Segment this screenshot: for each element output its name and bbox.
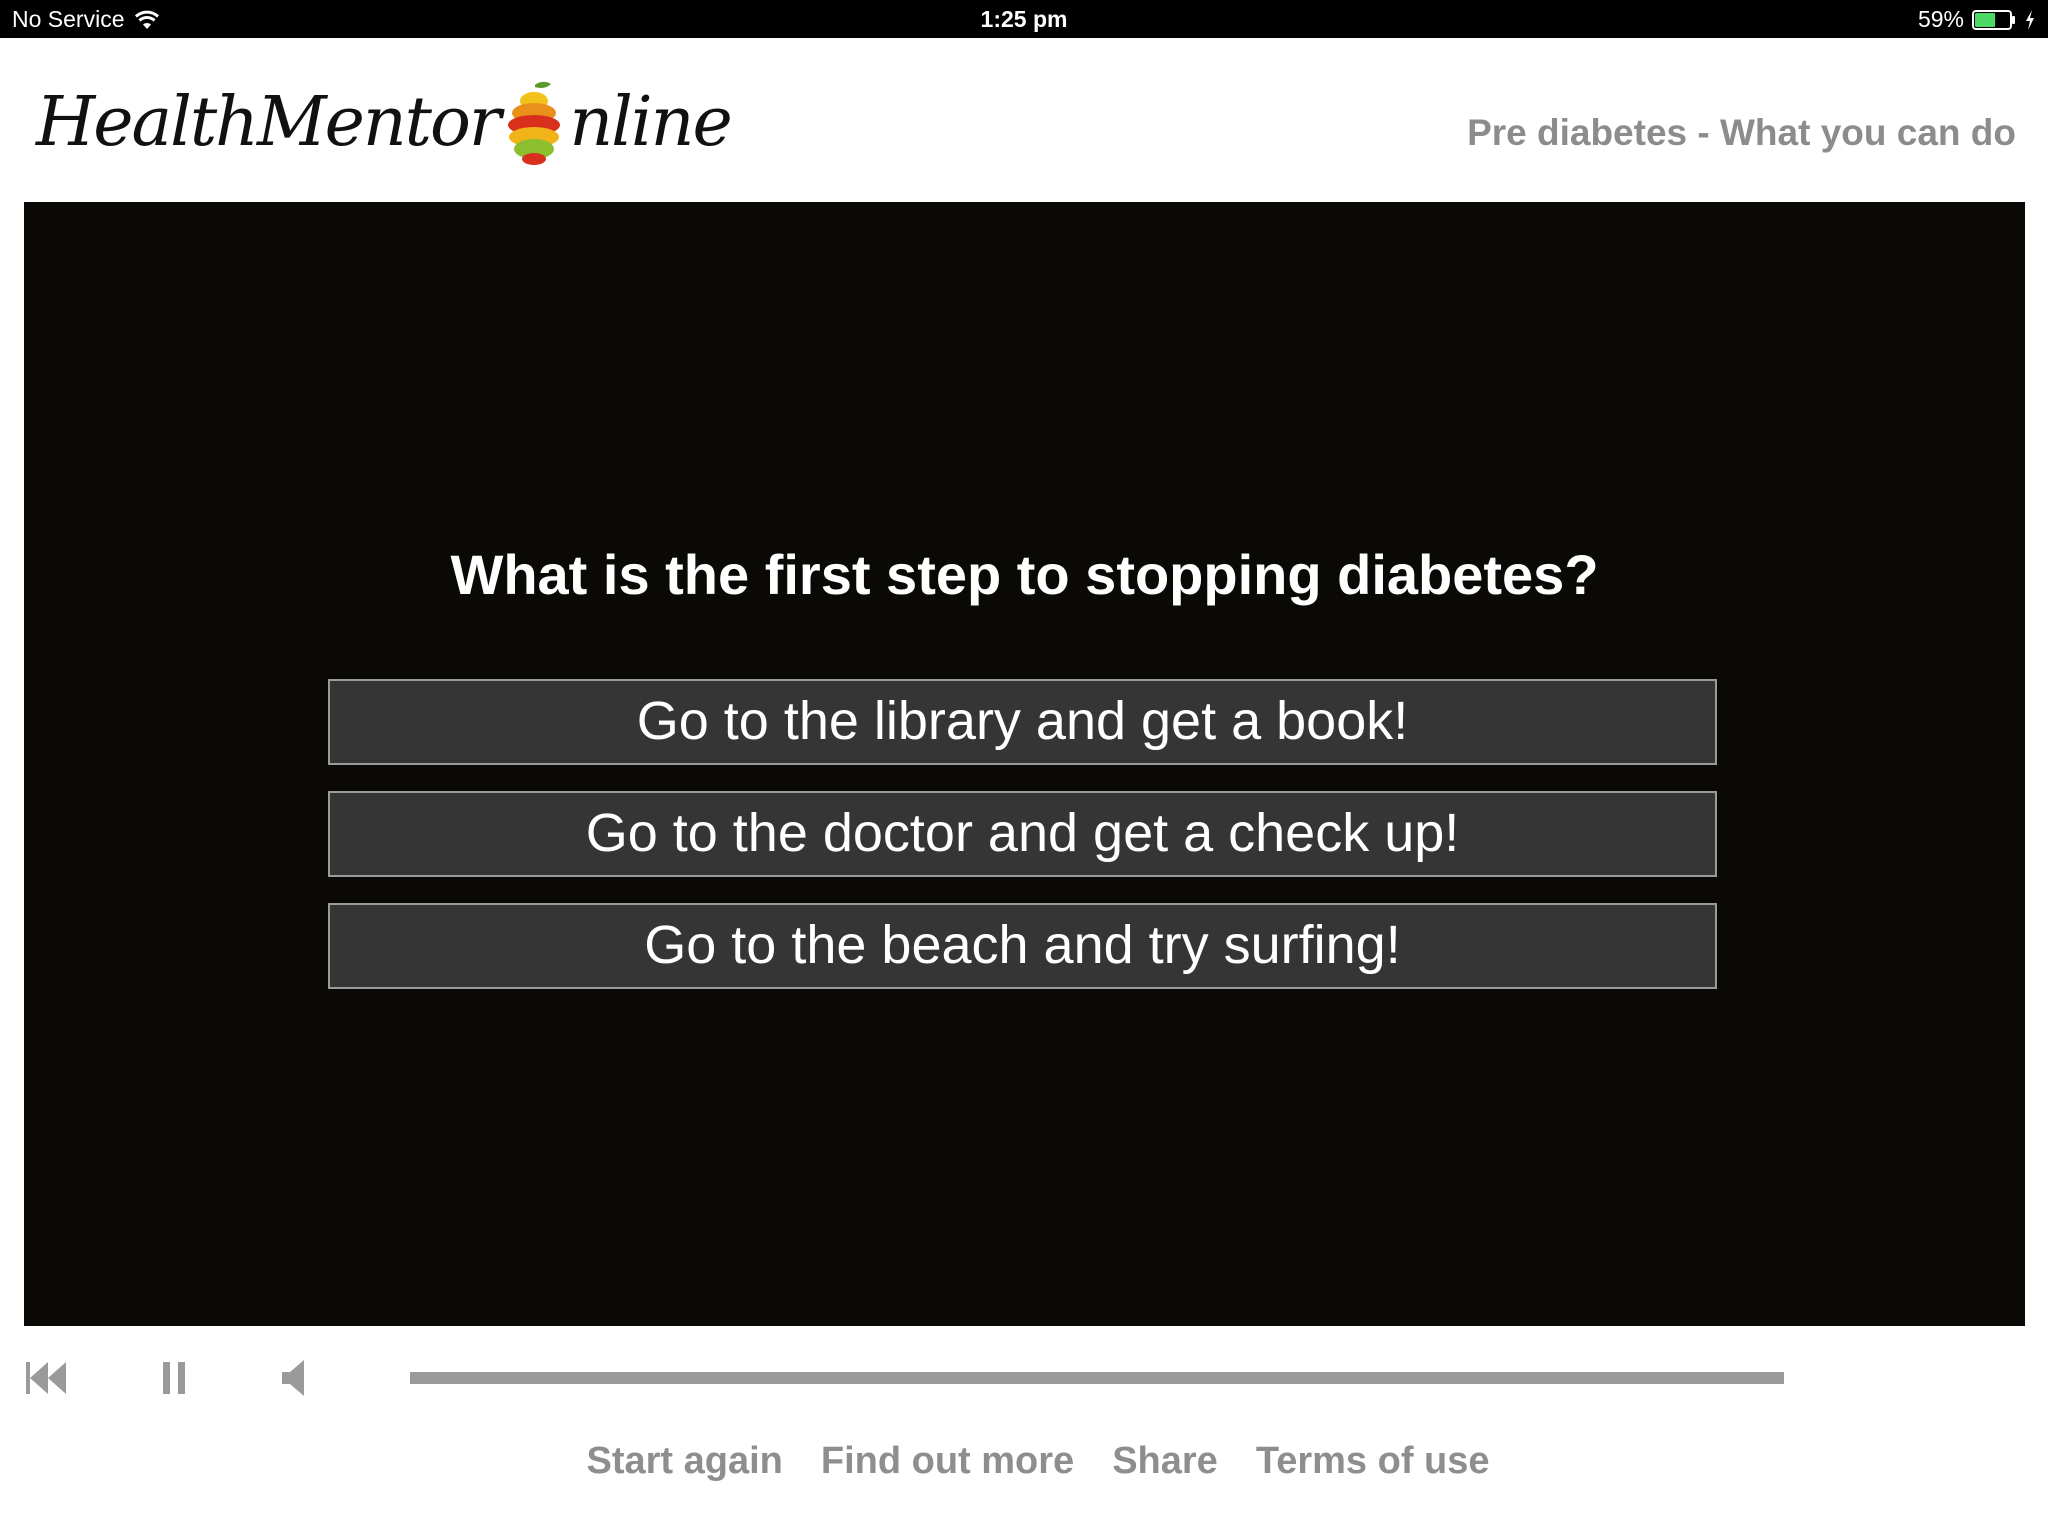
answer-option-beach[interactable]: Go to the beach and try surfing!	[328, 903, 1717, 989]
video-player[interactable]: What is the first step to stopping diabe…	[24, 202, 2025, 1326]
pause-icon[interactable]	[160, 1358, 188, 1398]
logo: HealthMentor nline	[36, 78, 733, 168]
footer-nav: Start again Find out more Share Terms of…	[0, 1426, 2048, 1496]
start-again-link[interactable]: Start again	[586, 1426, 782, 1496]
volume-icon[interactable]	[280, 1356, 310, 1400]
answer-option-library[interactable]: Go to the library and get a book!	[328, 679, 1717, 765]
header: HealthMentor nline Pre diabetes - What y…	[0, 38, 2048, 202]
progress-fill	[410, 1372, 1784, 1384]
logo-text-left: HealthMentor	[36, 83, 501, 162]
share-link[interactable]: Share	[1112, 1426, 1218, 1496]
charging-icon	[2026, 9, 2034, 30]
battery-icon	[1972, 9, 2015, 30]
lesson-title: Pre diabetes - What you can do	[1467, 112, 2016, 153]
status-time: 1:25 pm	[980, 6, 1068, 32]
find-out-more-link[interactable]: Find out more	[821, 1426, 1074, 1496]
fruit-stack-icon	[508, 81, 561, 165]
player-controls	[0, 1326, 2048, 1426]
status-right: 59%	[1918, 6, 2036, 33]
status-bar: No Service 1:25 pm 59%	[0, 0, 2048, 38]
answer-option-doctor[interactable]: Go to the doctor and get a check up!	[328, 791, 1717, 877]
quiz-question: What is the first step to stopping diabe…	[450, 543, 1599, 606]
battery-fill	[1975, 12, 1996, 27]
rewind-icon[interactable]	[24, 1358, 68, 1398]
battery-percent: 59%	[1917, 6, 1964, 32]
terms-of-use-link[interactable]: Terms of use	[1256, 1426, 1490, 1496]
progress-bar[interactable]	[410, 1372, 1784, 1384]
logo-text-right: nline	[569, 83, 732, 162]
